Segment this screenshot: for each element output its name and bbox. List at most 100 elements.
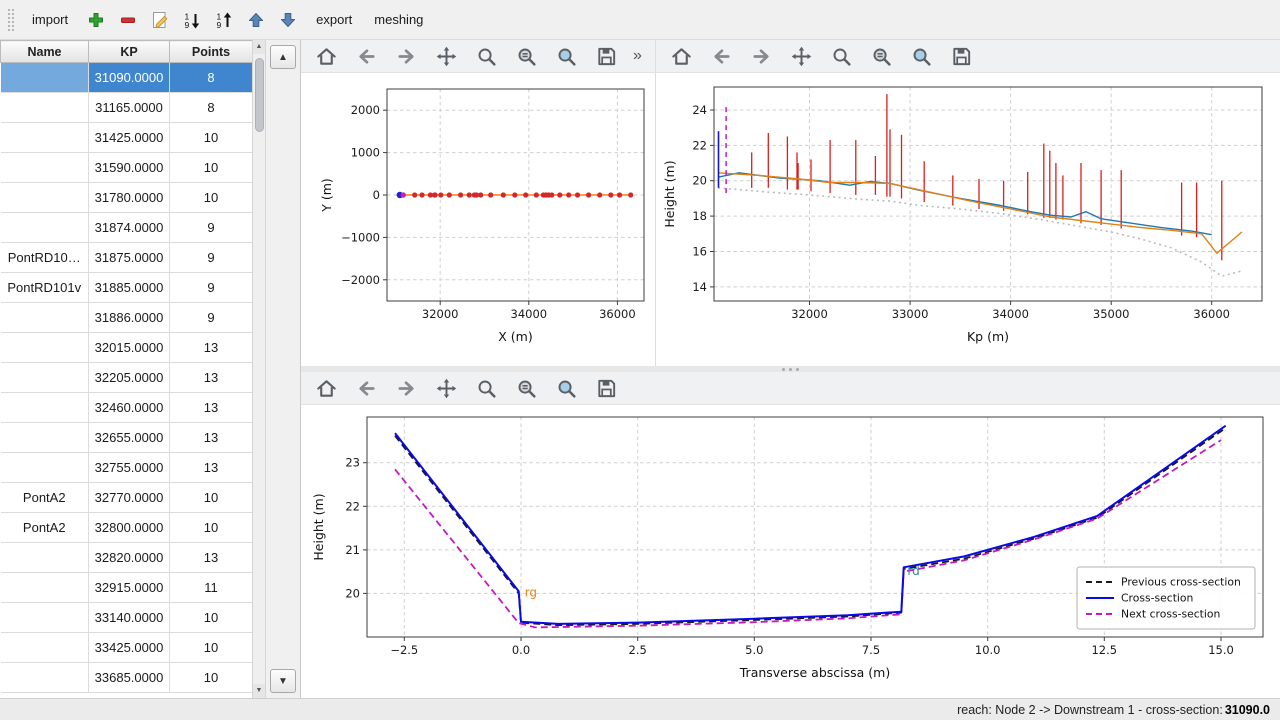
kp-cell[interactable]: 32655.0000 — [89, 423, 170, 453]
name-cell[interactable] — [1, 93, 89, 123]
table-row[interactable]: 32915.000011 — [1, 573, 253, 603]
move-down-icon[interactable] — [274, 6, 302, 34]
customize-icon[interactable] — [549, 373, 583, 403]
kp-cell[interactable]: 31090.0000 — [89, 63, 170, 93]
customize-icon[interactable] — [904, 41, 938, 71]
name-cell[interactable] — [1, 153, 89, 183]
table-row[interactable]: 31780.000010 — [1, 183, 253, 213]
move-section-down-button[interactable]: ▼ — [270, 669, 296, 693]
table-row[interactable]: 31886.00009 — [1, 303, 253, 333]
kp-cell[interactable]: 32800.0000 — [89, 513, 170, 543]
points-cell[interactable]: 10 — [170, 123, 253, 153]
kp-cell[interactable]: 33140.0000 — [89, 603, 170, 633]
kp-cell[interactable]: 32915.0000 — [89, 573, 170, 603]
configure-icon[interactable] — [509, 373, 543, 403]
table-row[interactable]: 31425.000010 — [1, 123, 253, 153]
name-cell[interactable] — [1, 603, 89, 633]
points-cell[interactable]: 10 — [170, 183, 253, 213]
name-cell[interactable] — [1, 453, 89, 483]
forward-icon[interactable] — [744, 41, 778, 71]
table-row[interactable]: 32820.000013 — [1, 543, 253, 573]
kp-cell[interactable]: 31886.0000 — [89, 303, 170, 333]
column-header-kp[interactable]: KP — [89, 41, 170, 63]
zoom-icon[interactable] — [824, 41, 858, 71]
kp-cell[interactable]: 32460.0000 — [89, 393, 170, 423]
name-cell[interactable] — [1, 303, 89, 333]
forward-icon[interactable] — [389, 41, 423, 71]
name-cell[interactable] — [1, 363, 89, 393]
name-cell[interactable] — [1, 633, 89, 663]
points-cell[interactable]: 10 — [170, 633, 253, 663]
move-up-icon[interactable] — [242, 6, 270, 34]
kp-cell[interactable]: 32755.0000 — [89, 453, 170, 483]
back-icon[interactable] — [704, 41, 738, 71]
kp-cell[interactable]: 32205.0000 — [89, 363, 170, 393]
scroll-down-arrow[interactable]: ▼ — [253, 684, 265, 698]
home-icon[interactable] — [664, 41, 698, 71]
kp-cell[interactable]: 31165.0000 — [89, 93, 170, 123]
table-row[interactable]: PontRD101v31885.00009 — [1, 273, 253, 303]
kp-cell[interactable]: 31875.0000 — [89, 243, 170, 273]
name-cell[interactable] — [1, 663, 89, 693]
points-cell[interactable]: 13 — [170, 543, 253, 573]
points-cell[interactable]: 9 — [170, 243, 253, 273]
name-cell[interactable]: PontA2 — [1, 483, 89, 513]
table-row[interactable]: 32460.000013 — [1, 393, 253, 423]
pan-icon[interactable] — [429, 41, 463, 71]
forward-icon[interactable] — [389, 373, 423, 403]
name-cell[interactable] — [1, 63, 89, 93]
points-cell[interactable]: 11 — [170, 573, 253, 603]
table-row[interactable]: 31874.00009 — [1, 213, 253, 243]
name-cell[interactable] — [1, 123, 89, 153]
scrollbar-thumb[interactable] — [255, 58, 264, 132]
name-cell[interactable]: PontA2 — [1, 513, 89, 543]
kp-cell[interactable]: 31780.0000 — [89, 183, 170, 213]
points-cell[interactable]: 13 — [170, 423, 253, 453]
kp-cell[interactable]: 33425.0000 — [89, 633, 170, 663]
column-header-points[interactable]: Points — [170, 41, 253, 63]
table-row[interactable]: 33685.000010 — [1, 663, 253, 693]
kp-cell[interactable]: 33685.0000 — [89, 663, 170, 693]
cross-section-chart[interactable]: −2.50.02.55.07.510.012.515.020212223Tran… — [301, 405, 1280, 698]
points-cell[interactable]: 13 — [170, 453, 253, 483]
table-row[interactable]: 31090.00008 — [1, 63, 253, 93]
menu-meshing[interactable]: meshing — [366, 8, 431, 31]
sort-down-icon[interactable]: 19 — [178, 6, 206, 34]
table-row[interactable]: 33140.000010 — [1, 603, 253, 633]
table-row[interactable]: PontA232770.000010 — [1, 483, 253, 513]
name-cell[interactable] — [1, 393, 89, 423]
pan-icon[interactable] — [784, 41, 818, 71]
save-icon[interactable] — [589, 373, 623, 403]
name-cell[interactable] — [1, 543, 89, 573]
table-row[interactable]: PontA232800.000010 — [1, 513, 253, 543]
points-cell[interactable]: 9 — [170, 213, 253, 243]
toolbar-grip[interactable] — [8, 9, 14, 31]
name-cell[interactable] — [1, 183, 89, 213]
table-row[interactable]: PontRD10…31875.00009 — [1, 243, 253, 273]
table-row[interactable]: 32655.000013 — [1, 423, 253, 453]
points-cell[interactable]: 13 — [170, 363, 253, 393]
table-row[interactable]: 32015.000013 — [1, 333, 253, 363]
back-icon[interactable] — [349, 373, 383, 403]
points-cell[interactable]: 8 — [170, 63, 253, 93]
remove-icon[interactable] — [114, 6, 142, 34]
points-cell[interactable]: 8 — [170, 93, 253, 123]
home-icon[interactable] — [309, 41, 343, 71]
menu-export[interactable]: export — [308, 8, 360, 31]
table-row[interactable]: 31165.00008 — [1, 93, 253, 123]
add-icon[interactable] — [82, 6, 110, 34]
table-scrollbar[interactable]: ▲ ▼ — [252, 40, 266, 698]
name-cell[interactable]: PontRD10… — [1, 243, 89, 273]
points-cell[interactable]: 10 — [170, 153, 253, 183]
table-row[interactable]: 31590.000010 — [1, 153, 253, 183]
points-cell[interactable]: 10 — [170, 513, 253, 543]
plan-view-chart[interactable]: 320003400036000−2000−1000010002000X (m)Y… — [301, 73, 655, 366]
home-icon[interactable] — [309, 373, 343, 403]
points-cell[interactable]: 9 — [170, 273, 253, 303]
table-row[interactable]: 32755.000013 — [1, 453, 253, 483]
table-row[interactable]: 32205.000013 — [1, 363, 253, 393]
kp-cell[interactable]: 32820.0000 — [89, 543, 170, 573]
points-cell[interactable]: 10 — [170, 483, 253, 513]
edit-icon[interactable] — [146, 6, 174, 34]
kp-cell[interactable]: 32015.0000 — [89, 333, 170, 363]
